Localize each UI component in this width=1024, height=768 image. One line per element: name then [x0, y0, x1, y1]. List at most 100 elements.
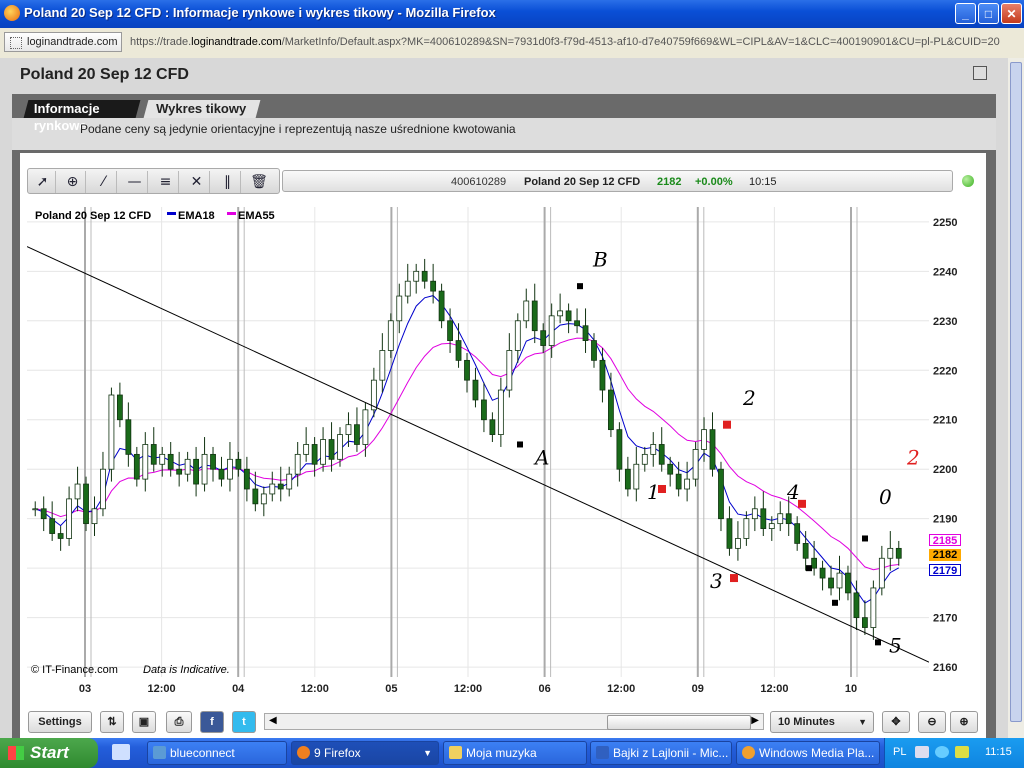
y-tick-label: 2170 — [933, 613, 957, 625]
dialog-title: Poland 20 Sep 12 CFD — [20, 66, 189, 83]
zoom-in-button[interactable]: ⊕ — [950, 711, 978, 733]
candle-body — [828, 577, 834, 589]
tab-market-info[interactable]: Informacje rynkowe — [23, 100, 141, 133]
fibonacci-tool[interactable]: ≡ — [153, 171, 179, 193]
address-field[interactable]: https://trade.loginandtrade.com/MarketIn… — [130, 36, 1020, 48]
trendline-tool[interactable]: ⁄ — [91, 171, 117, 193]
scrollbar-thumb[interactable] — [1010, 62, 1022, 722]
zoom-out-icon: ⊖ — [927, 716, 937, 728]
x-tick-label: 12:00 — [301, 683, 329, 695]
parallel-lines-tool[interactable]: ∥ — [215, 171, 241, 193]
crosshair-icon: ✕ — [190, 174, 203, 190]
handwritten-annotation: B — [592, 247, 608, 271]
candle-body — [57, 533, 64, 539]
url-prefix: https://trade. — [130, 36, 192, 48]
candle-body — [540, 330, 547, 346]
sell-marker — [730, 574, 738, 583]
sell-marker — [723, 420, 731, 429]
candle-body — [438, 290, 445, 322]
legend-ema55: EMA55 — [238, 210, 275, 222]
language-indicator[interactable]: PL — [893, 746, 906, 758]
print-chart-button[interactable]: ⎙ — [166, 711, 192, 733]
chart-scrollbar-thumb[interactable] — [607, 715, 751, 730]
close-button[interactable]: ✕ — [1001, 3, 1022, 24]
facebook-button[interactable]: f — [200, 711, 224, 733]
candle-body — [870, 587, 877, 628]
market-price: 2182 — [657, 176, 682, 188]
candle-body — [142, 444, 149, 480]
interval-select[interactable]: 10 Minutes ▼ — [770, 711, 874, 733]
firefox-icon — [297, 746, 310, 759]
task-blueconnect[interactable]: blueconnect — [147, 741, 287, 765]
settings-button[interactable]: Settings — [28, 711, 92, 733]
ema18-swatch — [167, 212, 176, 215]
site-identity-button[interactable]: loginandtrade.com — [4, 32, 122, 52]
point-marker — [806, 565, 812, 572]
start-button[interactable]: Start — [0, 738, 98, 768]
network-icon[interactable] — [935, 746, 949, 758]
zoom-tool[interactable]: ⊕ — [60, 171, 86, 193]
quicklaunch-icon[interactable] — [112, 744, 130, 760]
price-disclaimer: Podane ceny są jedynie orientacyjne i re… — [80, 122, 516, 136]
candle-body — [709, 429, 716, 470]
candle-body — [624, 468, 631, 490]
task-media-player[interactable]: Windows Media Pla... — [736, 741, 880, 765]
candle-body — [379, 350, 386, 381]
candle-body — [362, 409, 369, 445]
candle-body — [269, 483, 276, 495]
maximize-button[interactable]: □ — [978, 3, 999, 24]
tab-tick-chart[interactable]: Wykres tikowy — [143, 100, 261, 118]
x-axis: 03 12:00 04 12:00 05 12:00 06 12:00 09 12:00 10 — [79, 683, 857, 695]
task-bajki[interactable]: Bajki z Lajlonii - Mic... — [590, 741, 732, 765]
scroll-right-icon[interactable]: ▶ — [751, 715, 759, 726]
candle-body — [133, 453, 140, 480]
scroll-left-icon[interactable]: ◀ — [269, 715, 277, 726]
candle-body — [83, 483, 89, 525]
facebook-icon: f — [210, 716, 214, 728]
y-tick-label: 2200 — [933, 464, 957, 476]
volume-icon[interactable] — [955, 746, 969, 758]
market-change: +0.00% — [695, 176, 733, 188]
pointer-tool[interactable]: ➚ — [30, 171, 56, 193]
minimize-button[interactable]: _ — [955, 3, 976, 24]
keyboard-icon[interactable] — [915, 746, 929, 758]
ema18-price-label: 2179 — [929, 564, 961, 577]
market-name: Poland 20 Sep 12 CFD — [524, 176, 641, 188]
candle-body — [641, 453, 648, 465]
x-tick-label: 12:00 — [760, 683, 788, 695]
candle-body — [743, 518, 750, 539]
candle-body — [387, 320, 394, 351]
candle-body — [819, 567, 826, 579]
task-firefox[interactable]: 9 Firefox ▼ — [291, 741, 439, 765]
horizontal-line-tool[interactable]: — — [122, 171, 148, 193]
interval-value: 10 Minutes — [778, 716, 835, 728]
save-button[interactable]: ▣ — [132, 711, 156, 733]
candle-body — [878, 557, 885, 589]
delete-tool[interactable]: 🗑 — [246, 171, 272, 193]
export-button[interactable]: ⇅ — [100, 711, 124, 733]
handwritten-annotation: 2 — [906, 445, 920, 469]
page-scrollbar[interactable] — [1008, 58, 1024, 738]
print-icon[interactable] — [973, 66, 987, 80]
candle-body — [768, 523, 775, 529]
candle-body — [895, 547, 902, 559]
crosshair-tool[interactable]: ✕ — [184, 171, 210, 193]
candle-body — [235, 458, 242, 470]
candle-body — [294, 453, 301, 475]
fit-button[interactable]: ✥ — [882, 711, 910, 733]
y-tick-label: 2250 — [933, 217, 957, 229]
tick-chart[interactable]: BA1234502 Poland 20 Sep 12 CFD EMA18 EMA… — [27, 207, 929, 677]
task-moja-muzyka[interactable]: Moja muzyka — [443, 741, 587, 765]
handwritten-annotation: A — [533, 445, 549, 469]
candle-body — [802, 543, 809, 559]
window-titlebar: Poland 20 Sep 12 CFD : Informacje rynkow… — [0, 0, 1024, 28]
zoom-out-button[interactable]: ⊖ — [918, 711, 946, 733]
fit-icon: ✥ — [891, 716, 901, 728]
chart-scrollbar[interactable]: ◀ ▶ — [264, 713, 764, 730]
twitter-button[interactable]: t — [232, 711, 256, 733]
candle-body — [337, 434, 343, 460]
point-marker — [577, 283, 583, 290]
candle-body — [726, 518, 733, 549]
point-marker — [832, 599, 838, 606]
candle-body — [692, 449, 699, 480]
